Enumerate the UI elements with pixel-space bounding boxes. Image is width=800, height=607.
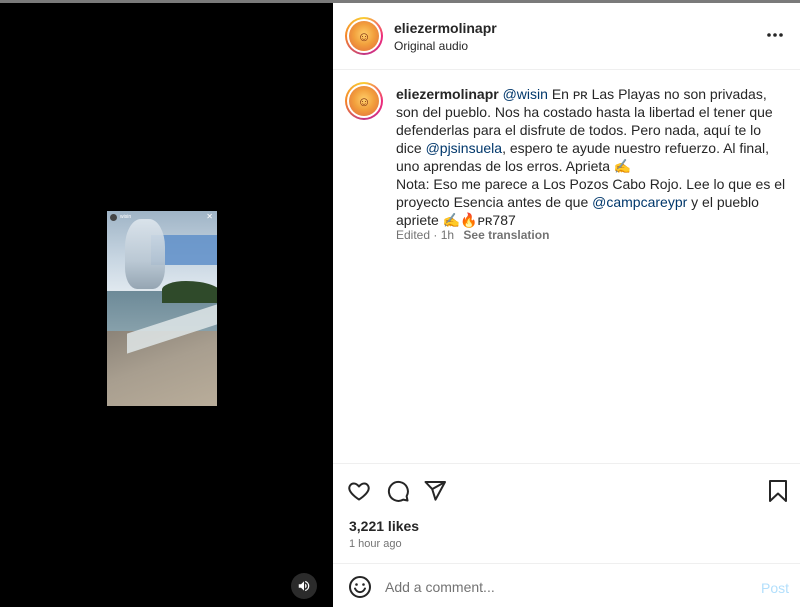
comment-button[interactable] [385,478,411,504]
more-horizontal-icon [767,33,783,37]
emoji-button[interactable] [348,575,372,599]
header-username[interactable]: eliezermolinapr [394,20,497,36]
mention-wisin[interactable]: @wisin [503,86,548,102]
sound-toggle-button[interactable] [291,573,317,599]
avatar-face-icon: ☺ [357,28,371,44]
action-bar: 3,221 likes 1 hour ago [333,463,800,563]
likes-count[interactable]: 3,221 likes [349,518,419,534]
more-options-button[interactable] [765,25,785,45]
emoji-icon [349,576,371,598]
header-avatar[interactable]: ☺ [345,17,383,55]
bookmark-icon [769,480,787,502]
see-translation-link[interactable]: See translation [463,228,549,242]
save-button[interactable] [765,478,791,504]
volume-icon [298,580,310,592]
video-overlay-close-icon: ✕ [206,212,213,221]
avatar-face-icon: ☺ [357,93,371,109]
caption-text: eliezermolinapr @wisin En ᴘʀ Las Playas … [396,85,786,229]
caption-avatar[interactable]: ☺ [345,82,383,120]
mention-campcareypr[interactable]: @campcareypr [592,194,687,210]
video-overlay-username: wisin [120,214,132,220]
original-audio-link[interactable]: Original audio [394,39,468,53]
comment-input[interactable] [385,573,745,601]
heart-icon [348,482,370,501]
post-timestamp[interactable]: 1 hour ago [349,538,402,550]
like-button[interactable] [346,478,372,504]
send-icon [424,481,446,501]
caption-meta: Edited · 1h See translation [396,228,549,242]
video-hill [162,281,217,303]
caption-username[interactable]: eliezermolinapr [396,86,499,102]
video-player[interactable]: wisin ✕ [107,211,217,406]
post-header: ☺ eliezermolinapr Original audio [333,3,800,70]
comment-icon [387,480,409,502]
media-pane: wisin ✕ [0,3,333,607]
post-comment-button[interactable]: Post [761,580,789,596]
comment-bar: Post [333,563,800,607]
share-button[interactable] [422,478,448,504]
video-overlay-avatar [110,214,117,221]
video-cloud [125,219,165,289]
video-sand [107,331,217,406]
video-overlay-header: wisin ✕ [109,213,215,223]
caption-section: ☺ eliezermolinapr @wisin En ᴘʀ Las Playa… [333,70,800,463]
edited-label: Edited · 1h [396,228,455,242]
post-side-pane: ☺ eliezermolinapr Original audio ☺ eliez… [333,3,800,607]
mention-pjsinsuela[interactable]: @pjsinsuela [426,140,502,156]
